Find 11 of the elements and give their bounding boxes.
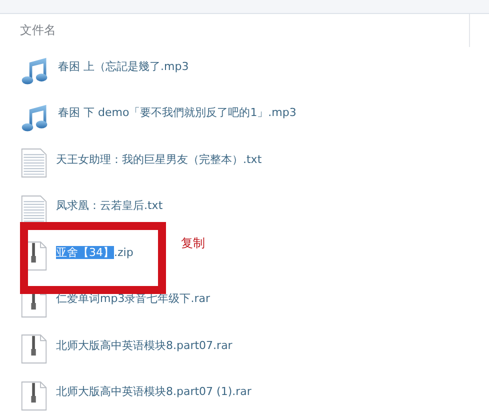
annotation-label: 复制 xyxy=(181,235,205,252)
column-header[interactable]: 文件名 xyxy=(20,22,56,39)
file-name[interactable]: 春困 下 demo「要不我們就別反了吧的1」.mp3 xyxy=(58,105,296,120)
file-name[interactable]: 春困 上（忘記是幾了.mp3 xyxy=(58,58,189,74)
file-name[interactable]: 北师大版高中英语模块8.part07 (1).rar xyxy=(56,384,252,400)
file-name[interactable]: 北师大版高中英语模块8.part07.rar xyxy=(56,338,232,353)
zip-file-icon xyxy=(20,380,48,412)
file-name[interactable]: 天王女助理：我的巨星男友（完整本）.txt xyxy=(56,152,262,167)
file-name[interactable]: 凤求凰：云若皇后.txt xyxy=(56,198,163,214)
zip-file-icon xyxy=(20,333,48,366)
text-document-icon xyxy=(20,147,48,180)
